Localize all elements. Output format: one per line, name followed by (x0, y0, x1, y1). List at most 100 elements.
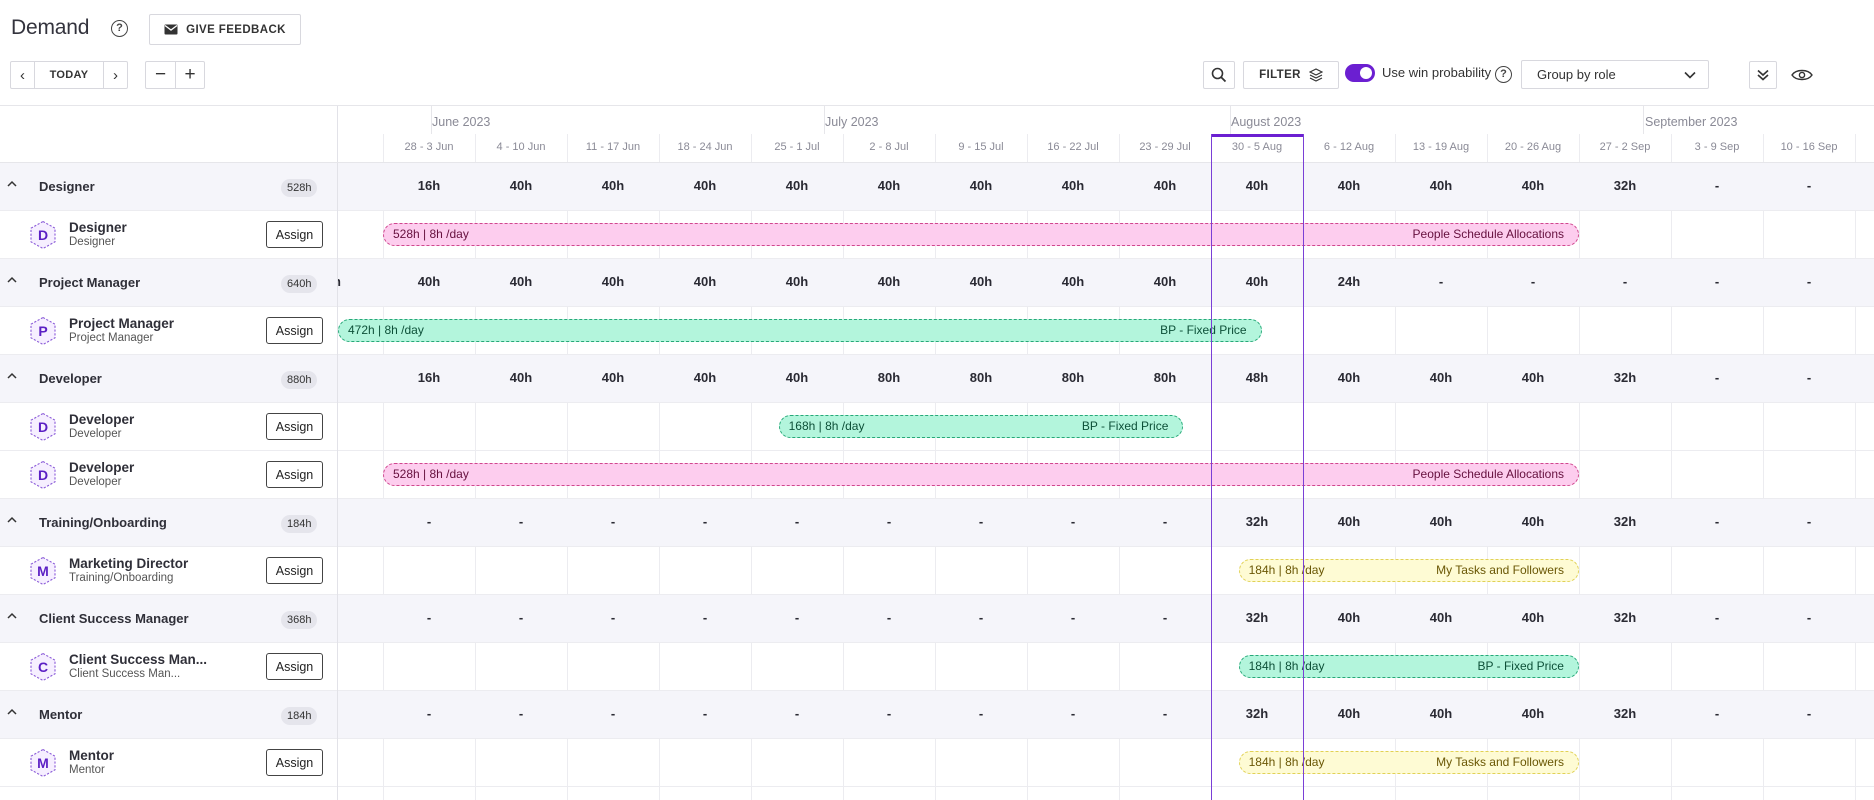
week-hours-cell: 40h (1153, 178, 1177, 193)
person-row-timeline: 528h | 8h /day People Schedule Allocation… (338, 211, 1874, 259)
win-probability-toggle[interactable] (1345, 64, 1375, 82)
week-label: 13 - 19 Aug (1412, 141, 1470, 153)
week-hours-cell: - (1806, 514, 1812, 529)
week-hours-cell: 40h (693, 178, 717, 193)
allocation-bar[interactable]: 528h | 8h /day People Schedule Allocation… (383, 463, 1579, 486)
avatar: M (28, 748, 58, 778)
allocation-source: BP - Fixed Price (1081, 419, 1169, 433)
mail-icon (164, 24, 178, 35)
group-row: Project Manager 640h (0, 259, 337, 307)
week-hours-cell: - (702, 706, 708, 721)
visibility-button[interactable] (1786, 61, 1818, 89)
week-label: 3 - 9 Sep (1694, 141, 1740, 153)
collapse-chevron-icon[interactable] (6, 610, 18, 622)
week-hours-cell: 40h (1429, 514, 1453, 529)
assign-button[interactable]: Assign (266, 461, 323, 488)
allocation-bar[interactable]: 472h | 8h /day BP - Fixed Price (338, 319, 1262, 342)
assign-button[interactable]: Assign (266, 413, 323, 440)
avatar: C (28, 652, 58, 682)
week-hours-cell: - (1530, 274, 1536, 289)
search-button[interactable] (1203, 61, 1235, 89)
week-hours-cell: - (1070, 610, 1076, 625)
filter-button[interactable]: FILTER (1243, 61, 1339, 89)
week-hours-cell: 40h (1429, 178, 1453, 193)
week-hours-cell: 40h (785, 370, 809, 385)
week-hours-cell: 48h (1245, 370, 1269, 385)
avatar: D (28, 412, 58, 442)
allocation-bar[interactable]: 184h | 8h /day My Tasks and Followers (1238, 559, 1579, 582)
assign-button[interactable]: Assign (266, 317, 323, 344)
today-button[interactable]: TODAY (34, 62, 104, 88)
collapse-chevron-icon[interactable] (6, 370, 18, 382)
previous-button[interactable]: ‹ (11, 62, 34, 88)
week-hours-cell: 80h (1153, 370, 1177, 385)
week-hours-cell: - (1070, 514, 1076, 529)
week-hours-cell: 40h (969, 274, 993, 289)
collapse-chevron-icon[interactable] (6, 514, 18, 526)
week-hours-cell: - (610, 610, 616, 625)
week-label: 10 - 16 Sep (1780, 141, 1838, 153)
week-hours-cell: - (1714, 370, 1720, 385)
zoom-in-button[interactable]: + (175, 62, 204, 88)
collapse-chevron-icon[interactable] (6, 706, 18, 718)
week-hours-cell: 80h (1061, 370, 1085, 385)
week-hours-cell: - (1714, 514, 1720, 529)
week-hours-cell: 40h (1337, 706, 1361, 721)
week-hours-cell: - (886, 706, 892, 721)
assign-button[interactable]: Assign (266, 749, 323, 776)
week-hours-cell: 40h (1337, 178, 1361, 193)
help-icon[interactable]: ? (111, 20, 128, 37)
group-name: Training/Onboarding (39, 515, 167, 530)
week-hours-cell: - (1622, 274, 1628, 289)
give-feedback-button[interactable]: GIVE FEEDBACK (149, 14, 301, 45)
week-hours-cell: 40h (1153, 274, 1177, 289)
week-hours-cell: 40h (601, 178, 625, 193)
person-row: C Client Success Man... Client Success Man… (0, 643, 337, 691)
avatar-initial: M (37, 755, 49, 771)
avatar-initial: D (37, 227, 49, 243)
week-label: 9 - 15 Jul (958, 141, 1004, 153)
collapse-all-button[interactable] (1749, 61, 1777, 89)
group-row: Training/Onboarding 184h (0, 499, 337, 547)
today-line-end (1303, 134, 1304, 800)
week-hours-cell: - (886, 610, 892, 625)
week-hours-cell: 40h (1521, 370, 1545, 385)
week-hours-cell: 40h (1521, 706, 1545, 721)
next-button[interactable]: › (104, 62, 127, 88)
assign-button[interactable]: Assign (266, 653, 323, 680)
week-hours-cell: - (1714, 610, 1720, 625)
allocation-bar[interactable]: 528h | 8h /day People Schedule Allocation… (383, 223, 1579, 246)
allocation-bar[interactable]: 184h | 8h /day My Tasks and Followers (1238, 751, 1579, 774)
person-row-timeline: 184h | 8h /day My Tasks and Followers (338, 547, 1874, 595)
week-hours-cell: - (1806, 610, 1812, 625)
person-row-timeline: 168h | 8h /day BP - Fixed Price (338, 403, 1874, 451)
zoom-out-button[interactable]: − (146, 62, 175, 88)
today-marker (1211, 134, 1303, 137)
person-row: D Developer Developer Assign (0, 451, 337, 499)
month-divider (431, 106, 432, 134)
week-hours-cell: - (1806, 370, 1812, 385)
week-hours-cell: 40h (601, 370, 625, 385)
person-name: Developer (69, 412, 135, 427)
win-probability-help-icon[interactable]: ? (1495, 66, 1512, 83)
win-probability-label: Use win probability (1382, 65, 1492, 80)
allocation-bar[interactable]: 168h | 8h /day BP - Fixed Price (778, 415, 1184, 438)
group-by-value: Group by role (1537, 67, 1616, 82)
week-hours-cell: 32h (1613, 178, 1637, 193)
allocation-bar[interactable]: 184h | 8h /day BP - Fixed Price (1238, 655, 1579, 678)
week-hours-cell: h (338, 274, 383, 289)
collapse-chevron-icon[interactable] (6, 274, 18, 286)
week-label: 27 - 2 Sep (1599, 141, 1651, 153)
collapse-chevron-icon[interactable] (6, 178, 18, 190)
week-hours-cell: - (1162, 706, 1168, 721)
group-by-select[interactable]: Group by role (1521, 60, 1709, 89)
month-label: June 2023 (432, 115, 491, 129)
assign-button[interactable]: Assign (266, 557, 323, 584)
avatar-initial: P (38, 323, 48, 339)
assign-button[interactable]: Assign (266, 221, 323, 248)
week-hours-cell: 40h (877, 178, 901, 193)
group-name: Mentor (39, 707, 83, 722)
week-hours-cell: - (702, 514, 708, 529)
week-hours-cell: 40h (785, 274, 809, 289)
group-row-timeline: - - - - - - - - - 32h 40h 40h 40h 32h - - (338, 499, 1874, 547)
